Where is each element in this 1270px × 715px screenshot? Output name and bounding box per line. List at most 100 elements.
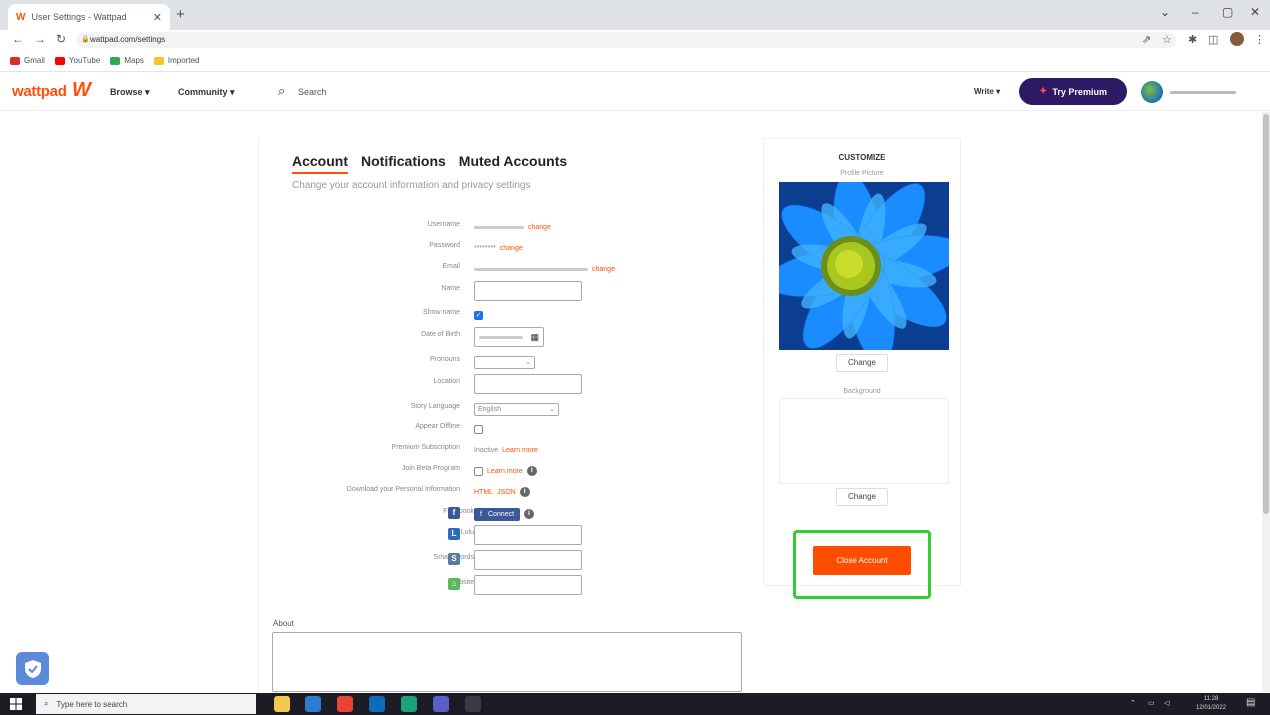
tab-account[interactable]: Account: [292, 153, 348, 174]
bookmark-label: Imported: [167, 56, 200, 65]
back-icon[interactable]: ←: [12, 32, 24, 46]
wattpad-w-icon[interactable]: W: [72, 79, 91, 102]
volume-icon[interactable]: ◁: [1164, 699, 1169, 707]
shield-icon[interactable]: [16, 652, 49, 685]
story-language-select[interactable]: English ⌄: [474, 402, 559, 416]
username-redacted[interactable]: [1170, 91, 1236, 94]
change-profile-picture-button[interactable]: Change: [836, 354, 888, 372]
extensions-icon[interactable]: ✱: [1188, 33, 1197, 46]
network-icon[interactable]: ▭: [1148, 699, 1155, 707]
pronouns-select[interactable]: ⌄: [474, 355, 535, 369]
browser-profile-avatar[interactable]: [1230, 32, 1244, 46]
calendar-icon[interactable]: ▦: [530, 332, 539, 343]
bookmark-maps[interactable]: Maps: [110, 56, 144, 65]
email-label: Email: [442, 263, 460, 270]
appear-offline-row: Appear Offline: [280, 420, 740, 438]
download-json-link[interactable]: JSON: [497, 489, 516, 496]
taskbar-search-input[interactable]: ⌕ Type here to search: [36, 694, 256, 714]
dob-field[interactable]: ▦: [474, 327, 544, 347]
search-icon: ⌕: [44, 699, 49, 708]
chevron-down-icon: ⌄: [525, 359, 531, 366]
show-name-checkbox[interactable]: ✓: [474, 310, 483, 320]
tab-notifications[interactable]: Notifications: [361, 153, 446, 174]
info-icon[interactable]: i: [519, 487, 530, 497]
facebook-connect-button[interactable]: f Connect: [474, 507, 521, 521]
browser-tab[interactable]: W User Settings - Wattpad ✕: [8, 4, 170, 30]
username-value-redacted: [474, 225, 524, 229]
new-tab-icon[interactable]: +: [176, 6, 185, 23]
password-mask: ********: [474, 244, 496, 252]
reload-icon[interactable]: ↻: [56, 32, 66, 46]
wattpad-logo[interactable]: wattpad: [12, 83, 67, 100]
close-tab-icon[interactable]: ✕: [153, 11, 162, 24]
bookmark-star-icon[interactable]: ☆: [1162, 33, 1172, 46]
close-window-icon[interactable]: ✕: [1250, 5, 1260, 19]
try-premium-button[interactable]: ✦ Try Premium: [1019, 78, 1127, 105]
info-icon[interactable]: i: [524, 509, 535, 519]
edge-icon[interactable]: [305, 696, 321, 712]
taskbar-clock[interactable]: 11:28 12/01/2022: [1196, 695, 1226, 713]
change-username-link[interactable]: change: [528, 224, 551, 231]
change-password-link[interactable]: change: [500, 245, 523, 252]
beta-learn-more-link[interactable]: Learn more: [487, 468, 523, 475]
maximize-icon[interactable]: ▢: [1222, 5, 1233, 19]
teams-icon[interactable]: [433, 696, 449, 712]
change-email-link[interactable]: change: [592, 266, 615, 273]
lulu-field[interactable]: [474, 525, 582, 545]
bookmark-gmail[interactable]: Gmail: [10, 56, 45, 65]
settings-tabs: Account Notifications Muted Accounts: [292, 153, 567, 174]
sidepanel-icon[interactable]: ◫: [1208, 33, 1218, 46]
facebook-connect-label: Connect: [487, 510, 515, 518]
search-icon[interactable]: ⌕: [278, 83, 285, 99]
tray-chevron-icon[interactable]: ⌃: [1130, 699, 1136, 707]
tab-search-icon[interactable]: ⌄: [1160, 5, 1170, 19]
bookmark-imported[interactable]: Imported: [153, 56, 200, 65]
show-name-label: Show name: [423, 309, 460, 316]
smashwords-field[interactable]: [474, 550, 582, 570]
windows-start-icon[interactable]: [10, 698, 22, 710]
background-image: [779, 398, 949, 484]
smashwords-icon: S: [448, 553, 460, 565]
menu-icon[interactable]: ⋮: [1254, 33, 1265, 46]
url-field[interactable]: 🔒 wattpad.com/settings: [76, 32, 1176, 48]
info-icon[interactable]: i: [526, 466, 537, 476]
name-field[interactable]: [474, 281, 582, 301]
site-header: wattpad W Browse ▾ Community ▾ ⌕ Search …: [0, 73, 1270, 111]
name-row: Name: [280, 281, 740, 301]
close-account-button[interactable]: Close Account: [813, 546, 911, 575]
app-icon[interactable]: [401, 696, 417, 712]
story-language-row: Story Language English ⌄: [280, 400, 740, 418]
search-input[interactable]: Search: [298, 87, 327, 97]
file-explorer-icon[interactable]: [274, 696, 290, 712]
scrollbar-thumb[interactable]: [1263, 114, 1269, 514]
forward-icon[interactable]: →: [34, 32, 46, 46]
app-icon[interactable]: [465, 696, 481, 712]
chrome-icon[interactable]: [337, 696, 353, 712]
location-field[interactable]: [474, 374, 582, 394]
onedrive-icon[interactable]: [369, 696, 385, 712]
change-background-button[interactable]: Change: [836, 488, 888, 506]
dob-label: Date of Birth: [421, 331, 460, 338]
write-menu[interactable]: Write ▾: [974, 87, 1000, 96]
community-menu[interactable]: Community ▾: [178, 87, 235, 98]
appear-offline-checkbox[interactable]: [474, 424, 483, 434]
download-html-link[interactable]: HTML: [474, 489, 493, 496]
settings-subtitle: Change your account information and priv…: [292, 180, 531, 191]
avatar[interactable]: [1141, 81, 1163, 103]
dob-value-redacted: [479, 335, 523, 339]
notification-icon[interactable]: ▤: [1246, 697, 1255, 708]
website-field[interactable]: [474, 575, 582, 595]
bookmark-youtube[interactable]: YouTube: [54, 56, 100, 65]
browse-menu[interactable]: Browse ▾: [110, 87, 150, 98]
beta-checkbox[interactable]: [474, 466, 483, 476]
minimize-icon[interactable]: –: [1192, 5, 1199, 19]
premium-subscription-label: Premium Subscription: [391, 444, 460, 451]
lulu-icon: L: [448, 528, 460, 540]
youtube-icon: [54, 56, 65, 65]
premium-learn-more-link[interactable]: Learn more: [502, 447, 538, 454]
website-icon: ⌂: [448, 578, 460, 590]
about-textarea[interactable]: [272, 632, 742, 692]
share-icon[interactable]: ⇗: [1142, 33, 1151, 46]
tab-muted-accounts[interactable]: Muted Accounts: [459, 153, 567, 174]
bookmark-label: Maps: [124, 56, 144, 65]
